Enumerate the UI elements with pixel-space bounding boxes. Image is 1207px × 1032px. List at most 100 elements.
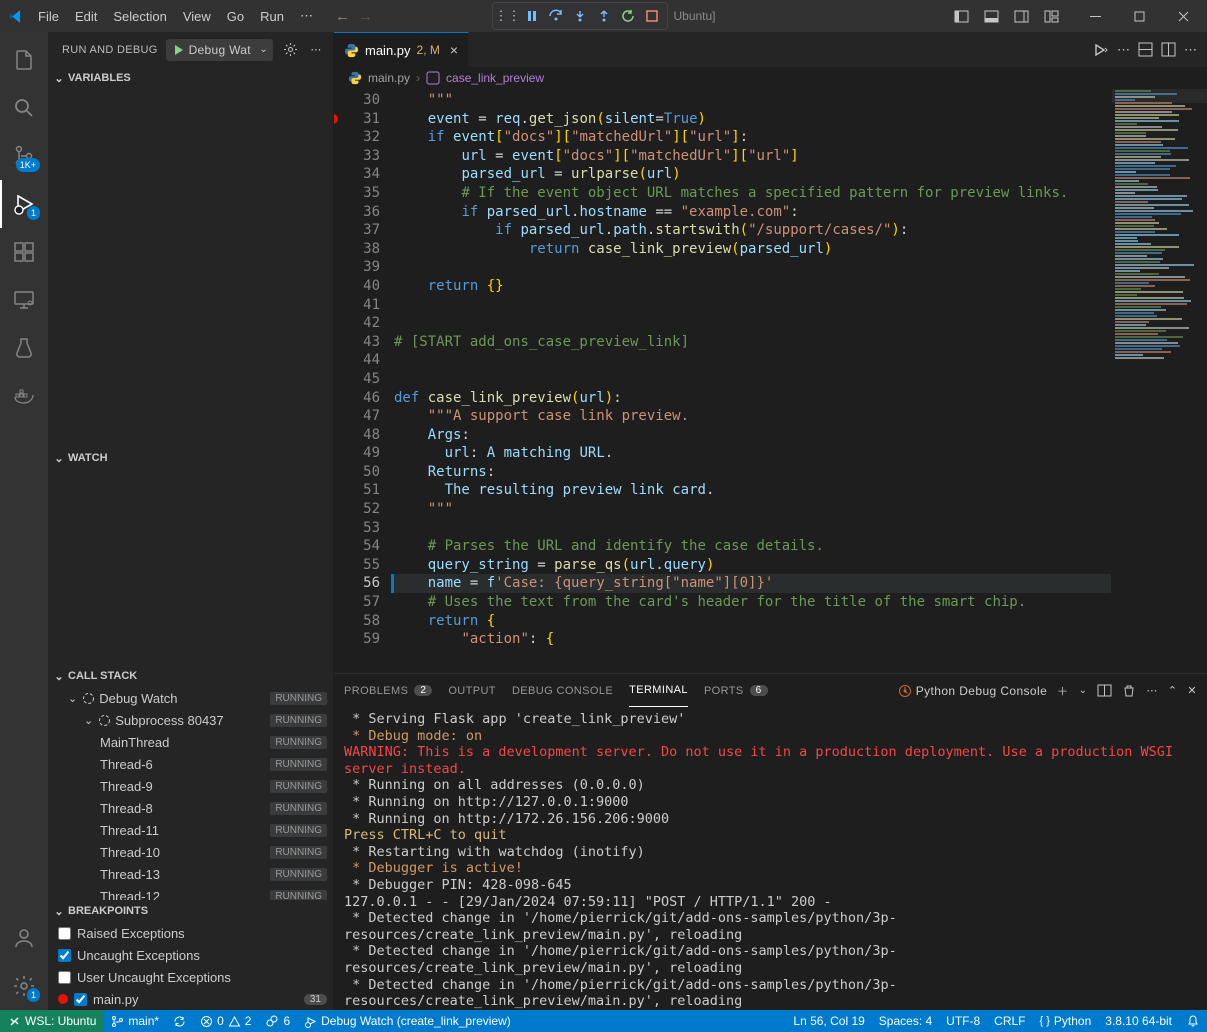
settings-gear-icon[interactable]: 1 (0, 962, 48, 1010)
extensions-icon[interactable] (0, 228, 48, 276)
bp-uncaught-exceptions[interactable]: Uncaught Exceptions (48, 944, 333, 966)
debug-status[interactable]: Debug Watch (create_link_preview) (297, 1010, 518, 1032)
nav-forward-icon[interactable]: → (358, 8, 373, 25)
new-terminal-icon[interactable]: ＋ (1057, 683, 1068, 699)
watch-section-head[interactable]: ⌄WATCH (48, 447, 333, 469)
menu-view[interactable]: View (175, 0, 219, 32)
bp-checkbox[interactable] (58, 971, 71, 984)
sync-icon[interactable] (166, 1010, 193, 1032)
callstack-thread[interactable]: Thread-8RUNNING (48, 797, 333, 819)
variables-section-head[interactable]: ⌄VARIABLES (48, 67, 333, 89)
callstack-thread[interactable]: Thread-11RUNNING (48, 819, 333, 841)
bp-checkbox[interactable] (58, 927, 71, 940)
step-out-icon[interactable] (592, 5, 614, 27)
callstack-subprocess[interactable]: ⌄ Subprocess 80437 RUNNING (48, 709, 333, 731)
maximize-panel-icon[interactable]: ⌃ (1168, 684, 1178, 697)
menu-overflow[interactable]: ⋯ (292, 8, 321, 24)
breakpoints-section: ⌄BREAKPOINTS Raised Exceptions Uncaught … (48, 900, 333, 1010)
python-version[interactable]: 3.8.10 64-bit (1098, 1010, 1179, 1032)
remote-explorer-icon[interactable] (0, 276, 48, 324)
kill-terminal-icon[interactable] (1122, 684, 1136, 698)
callstack-thread[interactable]: Thread-9RUNNING (48, 775, 333, 797)
minimap[interactable] (1111, 89, 1207, 673)
cursor-position[interactable]: Ln 56, Col 19 (786, 1010, 871, 1032)
menu-file[interactable]: File (30, 0, 67, 32)
ports-status[interactable]: 6 (258, 1010, 297, 1032)
callstack-session[interactable]: ⌄ Debug Watch RUNNING (48, 687, 333, 709)
breakpoints-section-head[interactable]: ⌄BREAKPOINTS (48, 900, 333, 922)
callstack-thread[interactable]: Thread-13RUNNING (48, 863, 333, 885)
callstack-section-head[interactable]: ⌄CALL STACK (48, 665, 333, 687)
terminal-body[interactable]: * Serving Flask app 'create_link_preview… (334, 707, 1207, 1010)
editor-body[interactable]: 3031323334353637383940414243444546474849… (334, 89, 1207, 673)
split-right-icon[interactable] (1161, 42, 1176, 57)
pause-icon[interactable] (520, 5, 542, 27)
open-launch-json-icon[interactable] (281, 41, 299, 59)
close-panel-icon[interactable]: ✕ (1187, 684, 1197, 697)
tab-problems[interactable]: PROBLEMS2 (344, 674, 432, 707)
remote-indicator[interactable]: WSL: Ubuntu (0, 1010, 104, 1032)
terminal-profile-select[interactable]: Python Debug Console (898, 684, 1047, 698)
menu-go[interactable]: Go (219, 0, 252, 32)
layout-sidebar-right-icon[interactable] (1007, 2, 1035, 30)
problems-status[interactable]: 0 2 (193, 1010, 258, 1032)
breadcrumb[interactable]: main.py › case_link_preview (334, 67, 1207, 89)
close-icon[interactable] (1161, 0, 1205, 32)
drag-handle-icon[interactable]: ⋮⋮ (496, 5, 518, 27)
bp-file[interactable]: main.py31 (48, 988, 333, 1010)
run-debug-icon[interactable]: 1 (0, 180, 48, 228)
step-over-icon[interactable] (544, 5, 566, 27)
start-debug-icon[interactable] (171, 43, 185, 57)
testing-icon[interactable] (0, 324, 48, 372)
variables-body (48, 89, 333, 447)
eol[interactable]: CRLF (987, 1010, 1032, 1032)
source-control-icon[interactable]: 1K+ (0, 132, 48, 180)
panel-more-icon[interactable]: ⋯ (1146, 684, 1157, 697)
docker-icon[interactable] (0, 372, 48, 420)
restart-icon[interactable] (616, 5, 638, 27)
chevron-down-icon[interactable]: ⌄ (259, 44, 268, 55)
step-into-icon[interactable] (568, 5, 590, 27)
split-down-icon[interactable] (1138, 42, 1153, 57)
explorer-icon[interactable] (0, 36, 48, 84)
nav-back-icon[interactable]: ← (335, 8, 350, 25)
debug-config-select[interactable]: Debug Wat ⌄ (166, 39, 273, 61)
tab-terminal[interactable]: TERMINAL (629, 674, 688, 707)
stop-icon[interactable] (640, 5, 662, 27)
callstack-thread[interactable]: MainThreadRUNNING (48, 731, 333, 753)
editor-overflow-icon[interactable]: ⋯ (1184, 42, 1197, 58)
bp-raised-exceptions[interactable]: Raised Exceptions (48, 922, 333, 944)
tab-ports[interactable]: PORTS6 (704, 674, 768, 707)
language-mode[interactable]: { }Python (1033, 1010, 1099, 1032)
split-terminal-icon[interactable] (1097, 683, 1112, 698)
debug-session-icon (81, 691, 95, 705)
menu-run[interactable]: Run (252, 0, 292, 32)
tab-output[interactable]: OUTPUT (448, 674, 496, 707)
tab-main-py[interactable]: main.py 2, M × (334, 32, 469, 67)
editor-more-icon[interactable]: ⋯ (1117, 42, 1130, 58)
bp-checkbox[interactable] (58, 949, 71, 962)
layout-panel-icon[interactable] (977, 2, 1005, 30)
callstack-thread[interactable]: Thread-12RUNNING (48, 885, 333, 900)
terminal-dropdown-icon[interactable]: ⌄ (1079, 685, 1088, 696)
notifications-icon[interactable] (1179, 1010, 1207, 1032)
callstack-thread[interactable]: Thread-10RUNNING (48, 841, 333, 863)
menu-edit[interactable]: Edit (67, 0, 105, 32)
minimize-icon[interactable] (1073, 0, 1117, 32)
git-branch[interactable]: main* (104, 1010, 166, 1032)
layout-sidebar-left-icon[interactable] (947, 2, 975, 30)
tab-debug-console[interactable]: DEBUG CONSOLE (512, 674, 613, 707)
bp-user-uncaught-exceptions[interactable]: User Uncaught Exceptions (48, 966, 333, 988)
tab-close-icon[interactable]: × (450, 42, 458, 58)
layout-customize-icon[interactable] (1037, 2, 1065, 30)
more-actions-icon[interactable]: ⋯ (307, 41, 325, 59)
maximize-icon[interactable] (1117, 0, 1161, 32)
search-icon[interactable] (0, 84, 48, 132)
run-dropdown-icon[interactable] (1093, 42, 1109, 58)
callstack-thread[interactable]: Thread-6RUNNING (48, 753, 333, 775)
accounts-icon[interactable] (0, 914, 48, 962)
encoding[interactable]: UTF-8 (939, 1010, 987, 1032)
bp-checkbox[interactable] (74, 993, 87, 1006)
indentation[interactable]: Spaces: 4 (872, 1010, 939, 1032)
menu-selection[interactable]: Selection (105, 0, 174, 32)
